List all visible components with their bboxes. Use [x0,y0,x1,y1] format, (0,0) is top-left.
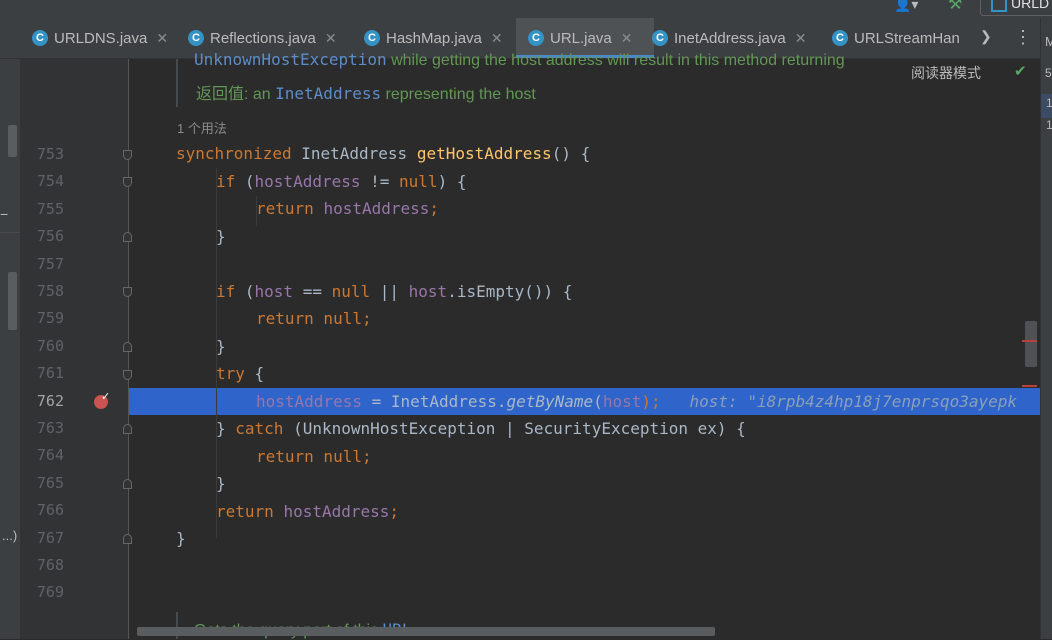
class-icon: C [528,30,544,46]
vertical-scrollbar-thumb[interactable] [1025,321,1037,367]
right-tool-label[interactable]: 1 [1046,118,1052,132]
fold-marker[interactable] [123,150,132,160]
chevron-down-icon[interactable]: ❯ [980,28,992,45]
fold-marker[interactable] [123,370,132,380]
line-number: 759 [36,309,64,328]
code-line-755[interactable]: return hostAddress; [256,199,439,218]
fold-marker[interactable] [123,424,132,434]
line-number: 769 [36,583,64,602]
line-number: 764 [36,446,64,465]
code-line-764[interactable]: return null; [256,447,372,466]
line-number: 768 [36,556,64,574]
line-number: 760 [36,336,64,355]
code-line-760[interactable]: } [216,337,226,356]
run-configuration-selector[interactable]: URLD [980,0,1052,16]
line-number: 767 [36,528,64,547]
check-icon[interactable]: ✔ [1014,62,1027,80]
doc-comment-line: UnknownHostException while getting the h… [194,50,845,69]
class-icon: C [188,30,204,46]
code-line-763[interactable]: } catch (UnknownHostException | Security… [216,419,746,438]
run-config-label: URLD [1011,0,1050,11]
line-number: 766 [36,501,64,520]
run-config-icon [991,0,1007,12]
inline-debug-value[interactable]: host: "i8rpb4z4hp18j7enprsqo3ayepk [690,392,1018,411]
truncated-text: ...) [2,528,18,543]
close-icon[interactable]: ✕ [621,30,633,47]
code-line-761[interactable]: try { [216,364,264,383]
close-icon[interactable]: ✕ [156,30,168,47]
code-line-759[interactable]: return null; [256,309,372,328]
line-number: 761 [36,364,64,383]
line-number: 755 [36,199,64,218]
panel-scrollbar[interactable] [8,272,17,330]
line-number: 757 [36,254,64,273]
class-icon: C [32,30,48,46]
build-hammer-icon[interactable]: ⚒ [948,0,962,14]
user-icon[interactable]: 👤▾ [894,0,918,13]
close-icon[interactable]: ✕ [491,30,503,47]
line-number: 758 [36,282,64,300]
collapse-icon[interactable]: − [0,206,8,222]
reader-mode-toggle[interactable]: 阅读器模式 [911,63,981,83]
class-icon: C [652,30,668,46]
close-icon[interactable]: ✕ [795,30,807,47]
code-line-762[interactable]: hostAddress = InetAddress.getByName(host… [256,392,1017,411]
error-stripe-mark[interactable] [1022,385,1037,387]
line-number: 765 [36,473,64,492]
tab-label: URLDNS.java [54,29,148,47]
line-number: 754 [36,172,64,191]
panel-divider [0,232,20,233]
code-line-765[interactable]: } [216,474,226,493]
fold-marker[interactable] [123,177,132,187]
fold-marker[interactable] [123,479,132,489]
tab-label: InetAddress.java [674,29,786,47]
right-tool-label[interactable]: 5 [1045,66,1052,80]
class-icon: C [364,30,380,46]
more-vertical-icon[interactable]: ⋮ [1014,27,1032,48]
tab-urlstreamhandler[interactable]: C URLStreamHan [822,18,980,58]
tab-label: HashMap.java [386,29,482,47]
right-tool-label[interactable]: 1 [1046,96,1052,110]
class-icon: C [832,30,848,46]
code-line-756[interactable]: } [216,227,226,246]
panel-scrollbar[interactable] [8,125,17,157]
doc-bar [176,59,178,107]
line-number: 763 [36,419,64,437]
tab-label: Reflections.java [210,29,316,47]
fold-marker[interactable] [123,287,132,297]
code-line-754[interactable]: if (hostAddress != null) { [216,172,466,191]
fold-marker[interactable] [123,534,132,544]
line-number: 753 [36,145,64,163]
right-tool-label[interactable]: M [1045,34,1052,49]
usages-hint[interactable]: 1 个用法 [177,118,227,137]
breakpoint-check-icon: ✓ [101,391,111,403]
horizontal-scrollbar-thumb[interactable] [137,627,715,636]
doc-returns: 返回值: an InetAddress representing the hos… [196,84,536,103]
tab-label: URLStreamHan [854,29,960,47]
error-stripe-mark[interactable] [1022,340,1037,342]
tab-label: URL.java [550,29,612,47]
line-number: 762 [36,391,64,410]
code-line-753[interactable]: synchronized InetAddress getHostAddress(… [176,144,590,163]
fold-marker[interactable] [123,342,132,352]
close-icon[interactable]: ✕ [325,30,337,47]
code-line-758[interactable]: if (host == null || host.isEmpty()) { [216,282,572,301]
line-number: 756 [36,227,64,246]
fold-marker[interactable] [123,232,132,242]
code-line-767[interactable]: } [176,529,186,548]
tab-urldns[interactable]: C URLDNS.java ✕ [20,18,188,58]
code-line-766[interactable]: return hostAddress; [216,502,399,521]
